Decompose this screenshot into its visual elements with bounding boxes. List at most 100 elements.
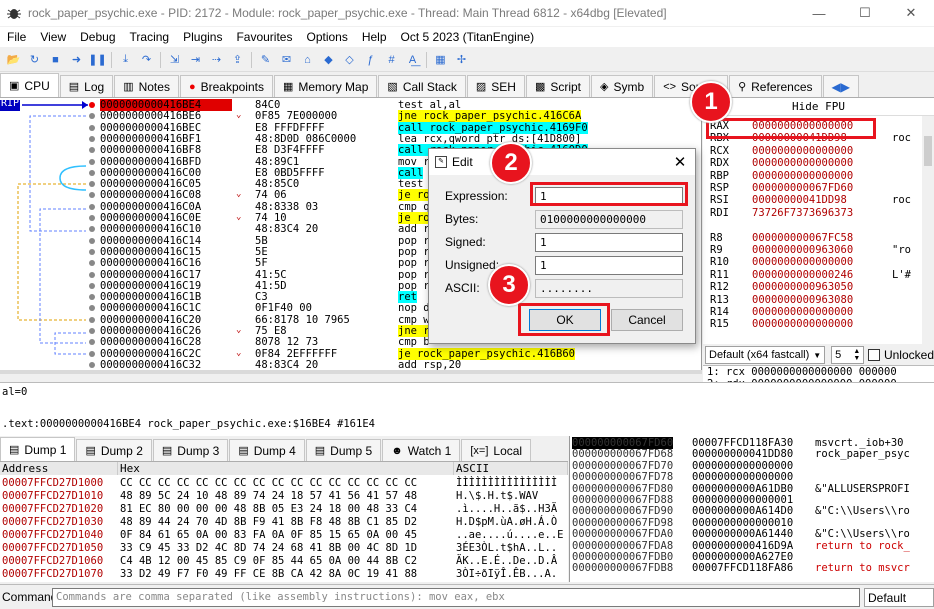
registers-panel[interactable]: Hide FPU RAX 0000000000000000 RBX 000000000… [703, 98, 934, 344]
command-mode-select[interactable]: Default [864, 587, 934, 607]
tab-dump-5[interactable]: ▤ Dump 5 [305, 439, 382, 461]
bullet-icon[interactable] [89, 181, 95, 188]
trace-over-icon[interactable]: ⇥ [188, 52, 204, 68]
step-over-icon[interactable]: ↷ [139, 52, 155, 68]
bullet-icon[interactable] [89, 361, 95, 368]
stack-row[interactable]: 000000000067FD60 00007FFCD118FA30 msvcrt._… [570, 437, 934, 449]
run-icon[interactable]: ➜ [69, 52, 85, 68]
expression-input[interactable]: 1 [535, 186, 683, 206]
step-into-icon[interactable]: ⤓ [118, 52, 134, 68]
function-icon[interactable]: ƒ [363, 52, 379, 68]
register-row[interactable]: RDI 73726F7373696373 [710, 207, 892, 219]
bullet-icon[interactable] [89, 316, 95, 323]
tab-dump-4[interactable]: ▤ Dump 4 [229, 439, 305, 461]
stack-view[interactable]: 000000000067FD60 00007FFCD118FA30 msvcrt._… [569, 436, 934, 582]
disassembly-row[interactable]: 0000000000416BE4 84C0 test al,al [0, 99, 701, 111]
bullet-icon[interactable] [89, 124, 95, 131]
registers-scrollbar[interactable] [922, 116, 934, 344]
menu-help[interactable]: Help [355, 30, 394, 44]
hide-fpu-button[interactable]: Hide FPU [703, 98, 934, 116]
bullet-icon[interactable] [89, 260, 95, 267]
register-row[interactable]: R13 0000000000963080 [710, 294, 892, 306]
register-row[interactable]: R15 0000000000000000 [710, 318, 892, 330]
splitter[interactable] [0, 370, 702, 374]
register-row[interactable]: R9 0000000000963060 "ro [710, 244, 911, 256]
minimize-button[interactable]: — [796, 0, 842, 26]
unsigned-input[interactable]: 1 [535, 255, 683, 275]
register-row[interactable]: RCX 0000000000000000 [710, 145, 892, 157]
stack-argument-row[interactable]: 1: rcx 0000000000000000 000000 [703, 366, 934, 378]
tab-memory-map[interactable]: ▦ Memory Map [273, 75, 378, 97]
label-icon[interactable]: ◆ [321, 52, 337, 68]
tab-dump-3[interactable]: ▤ Dump 3 [152, 439, 229, 461]
argument-count-spinner[interactable]: 5 ▲ ▼ [831, 346, 865, 364]
calling-convention-select[interactable]: Default (x64 fastcall) ▼ [705, 346, 826, 364]
stop-icon[interactable]: ■ [48, 52, 64, 68]
bullet-icon[interactable] [89, 294, 95, 301]
tab-symbols[interactable]: ◈ Symb [591, 75, 654, 97]
bullet-icon[interactable] [89, 135, 95, 142]
disassembly-row[interactable]: 0000000000416BF1 48:8D0D 086C0000 lea rcx,… [0, 133, 701, 145]
trace-into-icon[interactable]: ⇲ [167, 52, 183, 68]
bullet-icon[interactable] [89, 237, 95, 244]
register-row[interactable]: RAX 0000000000000000 [710, 120, 892, 132]
bullet-icon[interactable] [89, 113, 95, 120]
bullet-icon[interactable] [89, 215, 95, 221]
register-row[interactable]: RBP 0000000000000000 [710, 170, 892, 182]
bullet-icon[interactable] [89, 158, 95, 165]
unlocked-checkbox[interactable] [868, 349, 880, 361]
bullet-icon[interactable] [89, 169, 95, 176]
register-row[interactable]: RDX 0000000000000000 [710, 157, 892, 169]
cog-icon[interactable]: ✢ [454, 52, 470, 68]
signed-input[interactable]: 1 [535, 232, 683, 252]
menu-tracing[interactable]: Tracing [123, 30, 177, 44]
maximize-button[interactable]: ☐ [842, 0, 888, 26]
breakpoint-icon[interactable] [89, 102, 95, 108]
open-icon[interactable]: 📂 [6, 52, 22, 68]
tab-call-stack[interactable]: ▧ Call Stack [378, 75, 466, 97]
menu-view[interactable]: View [33, 30, 73, 44]
bullet-icon[interactable] [89, 339, 95, 346]
align-icon[interactable]: A͟ [405, 52, 421, 68]
scylla-icon[interactable]: ✎ [258, 52, 274, 68]
tab-seh[interactable]: ▨ SEH [466, 75, 525, 97]
bullet-icon[interactable] [89, 203, 95, 210]
restart-icon[interactable]: ↻ [27, 52, 43, 68]
tab-script[interactable]: ▩ Script [525, 75, 591, 97]
tab-cpu[interactable]: ▣ CPU [0, 73, 59, 97]
calculator-icon[interactable]: ▦ [433, 52, 449, 68]
ok-button[interactable]: OK [529, 309, 601, 331]
tab-references[interactable]: ⚲ References [729, 75, 822, 97]
menu-file[interactable]: File [0, 30, 33, 44]
menu-options[interactable]: Options [299, 30, 354, 44]
execute-till-return-icon[interactable]: ⇢ [209, 52, 225, 68]
tab-notes[interactable]: ▥ Notes [114, 75, 179, 97]
bullet-icon[interactable] [89, 248, 95, 255]
tab-log[interactable]: ▤ Log [59, 75, 114, 97]
bookmark-icon[interactable]: ◇ [342, 52, 358, 68]
bullet-icon[interactable] [89, 226, 95, 233]
comment-icon[interactable]: ⌂ [300, 52, 316, 68]
tab-dump-6[interactable]: ☻ Watch 1 [382, 439, 461, 461]
menu-debug[interactable]: Debug [73, 30, 122, 44]
tab-dump-7[interactable]: [x=] Local [461, 439, 532, 461]
bullet-icon[interactable] [89, 147, 95, 154]
register-row[interactable]: R14 0000000000000000 [710, 306, 892, 318]
bullet-icon[interactable] [89, 192, 95, 199]
register-row[interactable]: R11 0000000000000246 L'# [710, 269, 911, 281]
register-row[interactable]: R8 000000000067FC58 [710, 232, 892, 244]
register-row[interactable]: R10 0000000000000000 [710, 256, 892, 268]
menu-plugins[interactable]: Plugins [176, 30, 229, 44]
pause-icon[interactable]: ❚❚ [88, 52, 106, 68]
disassembly-row[interactable]: 0000000000416C32 48:83C4 20 add rsp,20 [0, 359, 701, 370]
disassembly-row[interactable]: 0000000000416BE6 0F85 7E000000 jne rock_pa… [0, 110, 701, 123]
hash-icon[interactable]: # [384, 52, 400, 68]
command-input[interactable]: Commands are comma separated (like assem… [52, 587, 860, 607]
dump-view[interactable]: Address Hex ASCII 00007FFCD27D1000 CC CC … [0, 462, 568, 582]
bullet-icon[interactable] [89, 350, 95, 357]
register-row[interactable]: RSI 00000000041DD98 roc [710, 194, 911, 206]
register-row[interactable] [710, 219, 892, 231]
tab-dump-2[interactable]: ▤ Dump 2 [76, 439, 152, 461]
bullet-icon[interactable] [89, 282, 95, 289]
register-row[interactable]: RSP 000000000067FD60 [710, 182, 892, 194]
